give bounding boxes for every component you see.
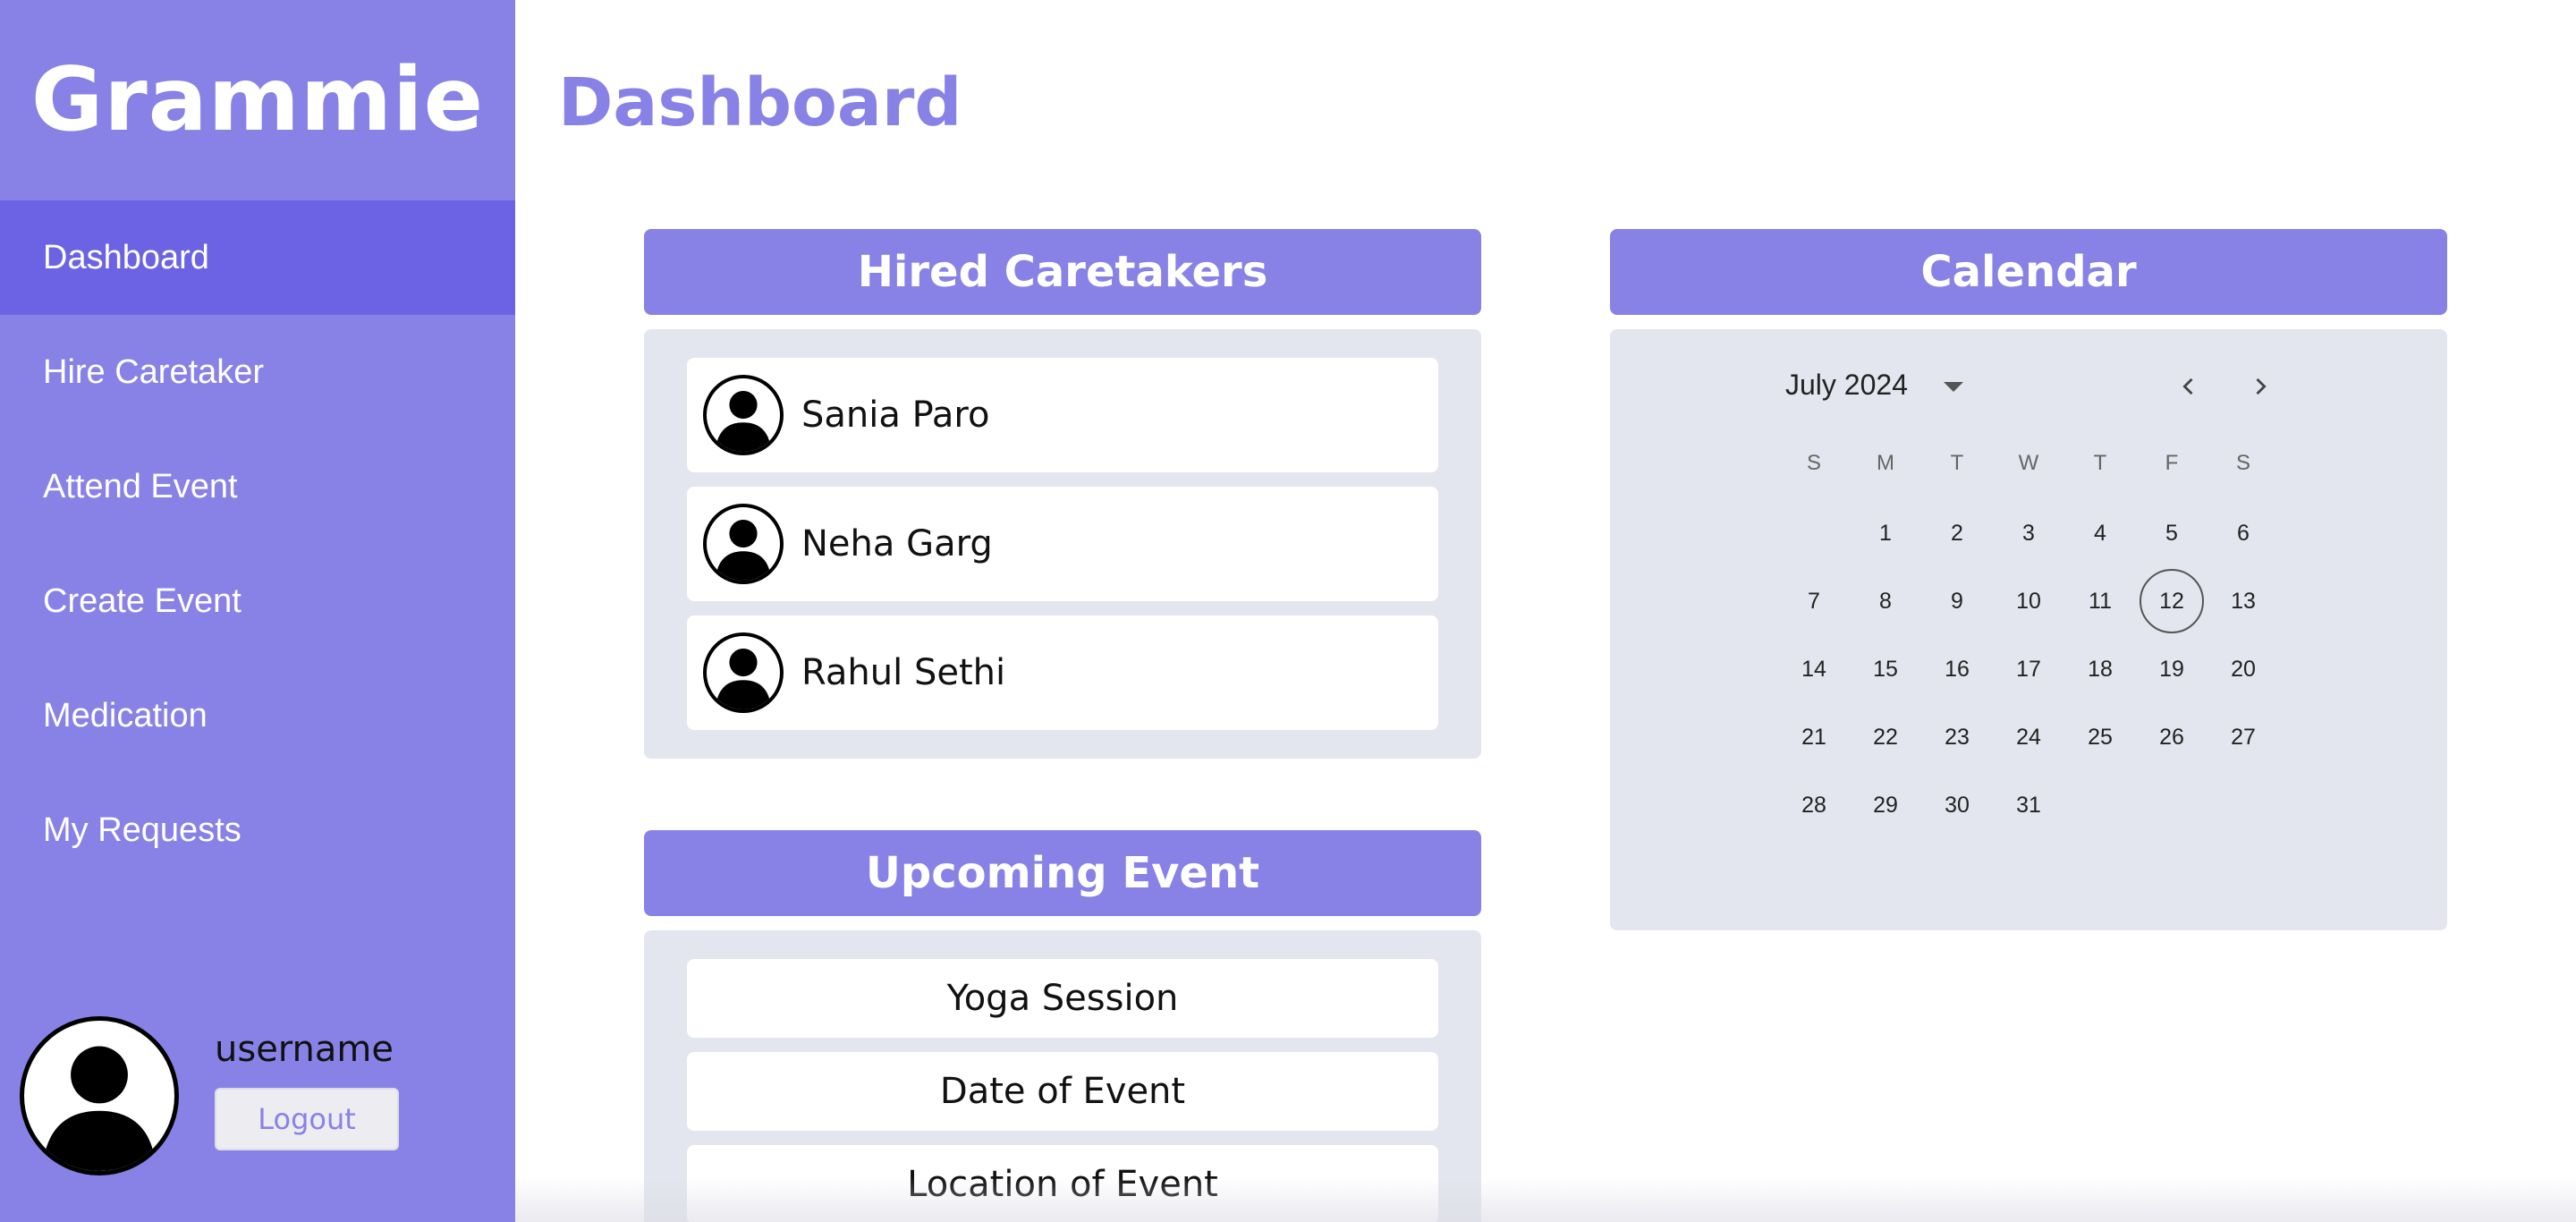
sidebar-item-label: Create Event — [43, 581, 242, 620]
calendar-day[interactable]: 27 — [2211, 705, 2275, 769]
calendar-day[interactable]: 14 — [1782, 637, 1846, 701]
calendar-day[interactable]: 10 — [1996, 569, 2061, 633]
user-silhouette-icon — [703, 375, 784, 455]
chevron-right-icon[interactable] — [2241, 367, 2280, 406]
calendar-day[interactable]: 2 — [1925, 501, 1989, 565]
calendar-day-today[interactable]: 12 — [2140, 569, 2204, 633]
event-date: Date of Event — [687, 1052, 1438, 1131]
page-title: Dashboard — [558, 64, 962, 141]
calendar-day[interactable]: 9 — [1925, 569, 1989, 633]
weekday-label: S — [1806, 451, 1821, 475]
calendar-day[interactable]: 28 — [1782, 773, 1846, 837]
calendar-day[interactable]: 16 — [1925, 637, 1989, 701]
calendar-day[interactable]: 13 — [2211, 569, 2275, 633]
event-name: Yoga Session — [687, 959, 1438, 1038]
caretaker-name: Neha Garg — [801, 523, 993, 564]
calendar-day[interactable]: 23 — [1925, 705, 1989, 769]
calendar-day[interactable]: 18 — [2068, 637, 2132, 701]
weekday-label: S — [2235, 451, 2250, 475]
weekday-label: T — [1950, 451, 1964, 475]
caretaker-name: Rahul Sethi — [801, 652, 1006, 693]
calendar-day[interactable]: 11 — [2068, 569, 2132, 633]
caretaker-card[interactable]: Rahul Sethi — [687, 615, 1438, 730]
caretaker-card[interactable]: Neha Garg — [687, 487, 1438, 601]
calendar-day[interactable]: 22 — [1853, 705, 1918, 769]
calendar-day[interactable]: 20 — [2211, 637, 2275, 701]
hired-caretakers-header: Hired Caretakers — [644, 229, 1481, 315]
weekday-label: W — [2018, 451, 2039, 475]
upcoming-event-header: Upcoming Event — [644, 830, 1481, 916]
calendar-day[interactable]: 17 — [1996, 637, 2061, 701]
sidebar-item-label: Hire Caretaker — [43, 352, 265, 391]
user-silhouette-icon — [703, 504, 784, 584]
weekday-label: M — [1877, 451, 1894, 475]
calendar-day[interactable]: 19 — [2140, 637, 2204, 701]
calendar-day[interactable]: 15 — [1853, 637, 1918, 701]
calendar-panel: July 2024 S M T W T F S 1 2 3 4 5 6 7 8 9 10 11 12 13 14 15 16… — [1610, 329, 2447, 930]
sidebar-item-create-event[interactable]: Create Event — [0, 544, 515, 658]
sidebar-item-attend-event[interactable]: Attend Event — [0, 429, 515, 544]
calendar-day[interactable]: 8 — [1853, 569, 1918, 633]
user-silhouette-icon — [20, 1016, 179, 1175]
brand-logo: Grammie — [30, 49, 485, 151]
sidebar-item-label: Attend Event — [43, 467, 238, 505]
sidebar: Grammie Dashboard Hire Caretaker Attend … — [0, 0, 515, 1222]
calendar-day[interactable]: 26 — [2140, 705, 2204, 769]
caret-down-icon[interactable] — [1944, 382, 1963, 392]
sidebar-item-my-requests[interactable]: My Requests — [0, 773, 515, 887]
user-silhouette-icon — [703, 632, 784, 713]
calendar-day[interactable]: 6 — [2211, 501, 2275, 565]
calendar-day[interactable]: 29 — [1853, 773, 1918, 837]
caretaker-name: Sania Paro — [801, 395, 990, 436]
sidebar-item-label: My Requests — [43, 810, 242, 849]
user-profile: username Logout — [20, 1016, 503, 1177]
chevron-left-icon[interactable] — [2169, 367, 2208, 406]
calendar-day[interactable]: 30 — [1925, 773, 1989, 837]
logout-button[interactable]: Logout — [215, 1088, 399, 1150]
sidebar-item-medication[interactable]: Medication — [0, 658, 515, 773]
calendar-day[interactable]: 24 — [1996, 705, 2061, 769]
calendar-header: Calendar — [1610, 229, 2447, 315]
calendar-month-label[interactable]: July 2024 — [1785, 369, 1908, 402]
calendar-day[interactable]: 7 — [1782, 569, 1846, 633]
sidebar-item-hire-caretaker[interactable]: Hire Caretaker — [0, 315, 515, 429]
weekday-label: F — [2165, 451, 2179, 475]
scroll-shadow — [515, 1177, 2576, 1222]
calendar-day[interactable]: 3 — [1996, 501, 2061, 565]
hired-caretakers-list: Sania Paro Neha Garg Rahul Sethi — [644, 329, 1481, 759]
caretaker-card[interactable]: Sania Paro — [687, 358, 1438, 472]
calendar-day[interactable]: 4 — [2068, 501, 2132, 565]
calendar-day[interactable]: 25 — [2068, 705, 2132, 769]
sidebar-item-dashboard[interactable]: Dashboard — [0, 200, 515, 315]
weekday-label: T — [2093, 451, 2107, 475]
sidebar-item-label: Medication — [43, 696, 208, 734]
calendar-day[interactable]: 21 — [1782, 705, 1846, 769]
sidebar-item-label: Dashboard — [43, 238, 209, 276]
calendar-day[interactable]: 31 — [1996, 773, 2061, 837]
calendar-day[interactable]: 5 — [2140, 501, 2204, 565]
calendar-day[interactable]: 1 — [1853, 501, 1918, 565]
username-label: username — [215, 1029, 394, 1070]
